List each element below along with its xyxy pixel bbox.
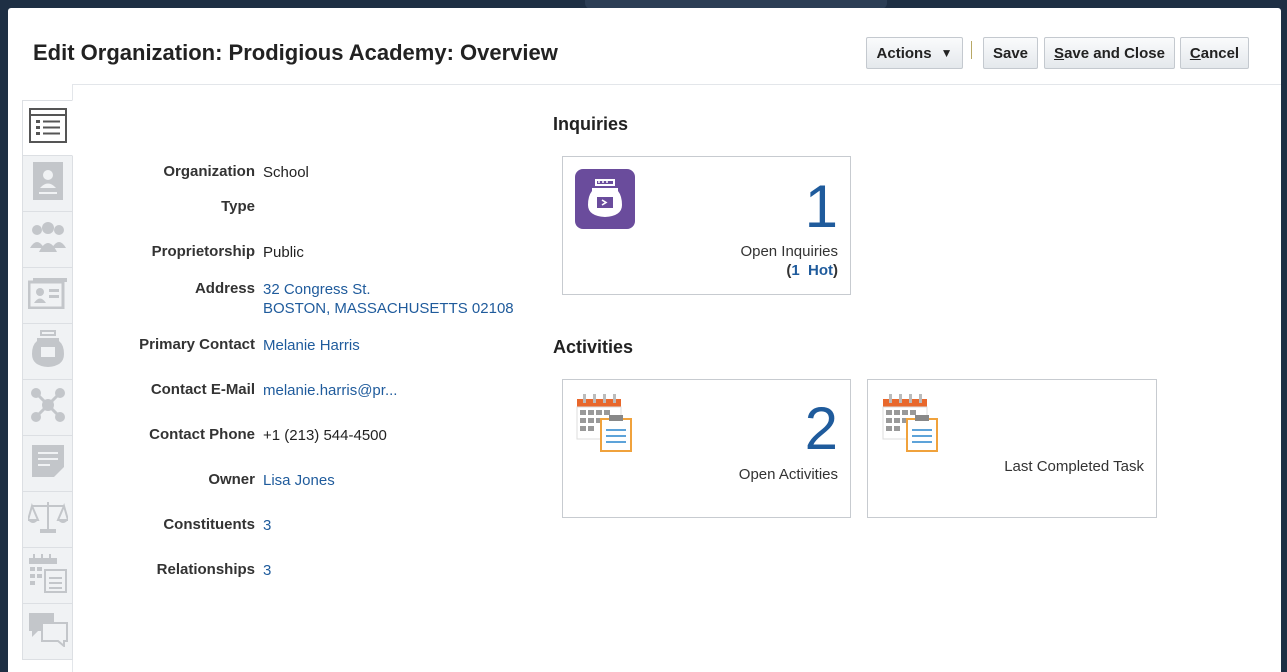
hot-close-paren: ) — [833, 262, 838, 279]
page-title: Edit Organization: Prodigious Academy: O… — [33, 40, 558, 65]
edit-organization-dialog: Edit Organization: Prodigious Academy: O… — [8, 8, 1281, 672]
open-inquiries-card[interactable]: 1 Open Inquiries (1 Hot) — [562, 156, 851, 295]
open-activities-count: 2 — [804, 395, 838, 462]
calendar-task-icon — [882, 393, 940, 458]
org-type-label-line1: Organization — [163, 163, 255, 180]
tab-conversations[interactable] — [22, 604, 73, 660]
open-inquiries-label: Open Inquiries — [740, 243, 838, 260]
open-inquiries-count: 1 — [804, 173, 838, 240]
overview-panel: Organization Type School Proprietorship … — [72, 84, 1281, 672]
tab-notes[interactable] — [22, 436, 73, 492]
hot-label-link[interactable]: Hot — [808, 262, 833, 279]
actions-label: Actions — [876, 44, 932, 62]
tab-relationships[interactable] — [22, 380, 73, 436]
last-completed-task-card[interactable]: Last Completed Task — [867, 379, 1157, 518]
network-nodes-icon — [30, 387, 66, 428]
save-close-label: ave and Close — [1064, 44, 1165, 62]
primary-contact-link[interactable]: Melanie Harris — [263, 336, 360, 355]
tab-contacts[interactable] — [22, 212, 73, 268]
cancel-button[interactable]: Cancel — [1180, 37, 1249, 69]
inquiry-jar-icon — [31, 330, 65, 373]
open-activities-card[interactable]: 2 Open Activities — [562, 379, 851, 518]
constituents-link[interactable]: 3 — [263, 516, 271, 535]
hot-inquiries-summary: (1 Hot) — [786, 262, 838, 279]
last-completed-task-label: Last Completed Task — [1004, 458, 1144, 475]
calendar-task-icon — [576, 393, 634, 458]
tab-inquiries[interactable] — [22, 324, 73, 380]
constituents-label: Constituents — [163, 516, 255, 533]
relationships-link[interactable]: 3 — [263, 561, 271, 580]
cancel-label: ancel — [1200, 44, 1240, 62]
owner-link[interactable]: Lisa Jones — [263, 471, 335, 490]
hot-count-link[interactable]: 1 — [791, 262, 799, 279]
proprietorship-value: Public — [263, 244, 304, 261]
contact-card-icon — [27, 277, 68, 314]
proprietorship-label: Proprietorship — [151, 243, 255, 260]
save-and-close-button[interactable]: Save and Close — [1044, 37, 1175, 69]
tab-overview[interactable] — [22, 100, 73, 156]
tab-contact-cards[interactable] — [22, 268, 73, 324]
email-label: Contact E-Mail — [150, 381, 255, 398]
inquiry-jar-icon — [575, 169, 635, 229]
address-label: Address — [194, 280, 255, 297]
phone-label: Contact Phone — [149, 426, 255, 443]
cancel-mnemonic: C — [1189, 44, 1201, 62]
note-icon — [30, 443, 66, 484]
tab-activities[interactable] — [22, 548, 73, 604]
overview-list-icon — [28, 107, 67, 150]
save-button[interactable]: Save — [983, 37, 1038, 69]
owner-label: Owner — [208, 471, 255, 488]
tab-compliance[interactable] — [22, 492, 73, 548]
address-line1[interactable]: 32 Congress St. — [263, 280, 371, 299]
caret-down-icon: ▼ — [940, 46, 953, 60]
scales-icon — [26, 500, 69, 539]
address-line2[interactable]: BOSTON, MASSACHUSETTS 02108 — [263, 299, 514, 318]
profile-card-icon — [31, 161, 65, 206]
email-link[interactable]: melanie.harris@pr... — [263, 381, 397, 400]
relationships-label: Relationships — [156, 561, 255, 578]
people-group-icon — [28, 220, 68, 259]
save-close-mnemonic: S — [1054, 44, 1065, 62]
tab-profile[interactable] — [22, 156, 73, 212]
toolbar-separator — [971, 41, 972, 59]
org-type-label-line2: Type — [221, 198, 255, 215]
activities-heading: Activities — [553, 337, 634, 357]
org-type-value: School — [263, 164, 309, 181]
chat-bubbles-icon — [28, 611, 68, 652]
actions-menu-button[interactable]: Actions ▼ — [866, 37, 963, 69]
sidebar-tabs — [22, 100, 73, 660]
phone-value: +1 (213) 544-4500 — [263, 427, 387, 444]
inquiries-heading: Inquiries — [553, 114, 629, 134]
open-activities-label: Open Activities — [738, 466, 838, 483]
primary-contact-label: Primary Contact — [139, 336, 255, 353]
calendar-task-icon — [28, 553, 68, 598]
org-type-label: Organization Type — [75, 154, 255, 224]
